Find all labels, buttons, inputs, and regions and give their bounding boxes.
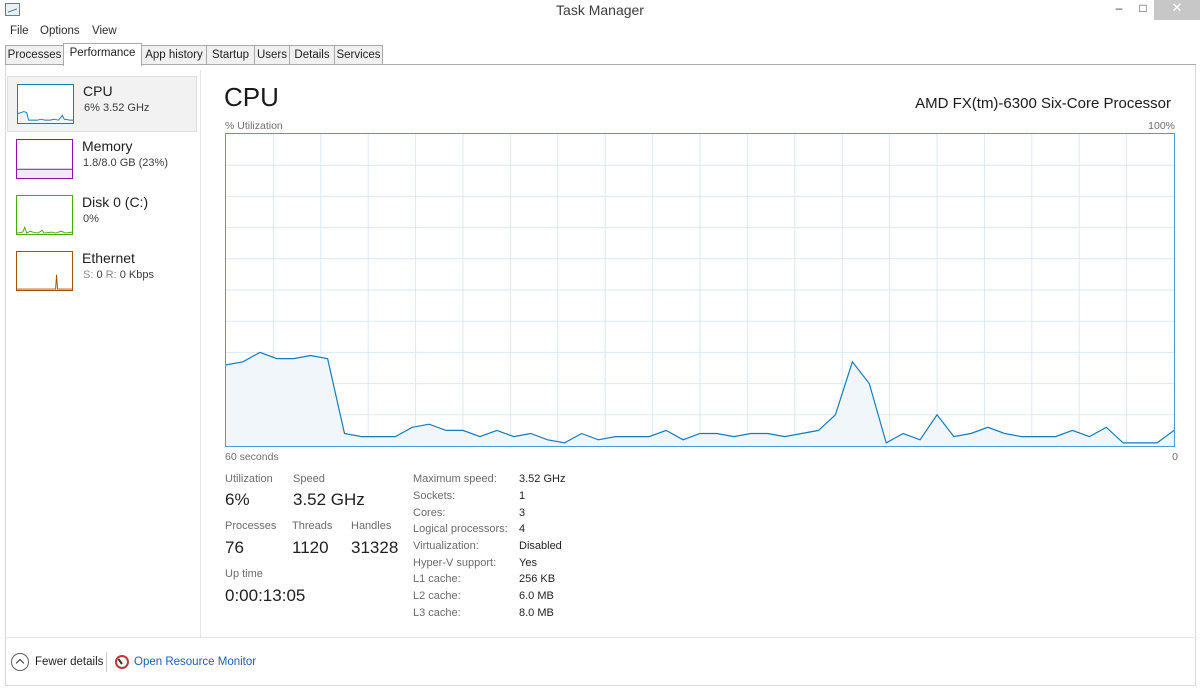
tab-details[interactable]: Details [289,45,335,65]
tab-startup[interactable]: Startup [206,45,255,65]
sidebar-item-label: Ethernet [82,250,135,266]
spec-key: L2 cache: [413,590,461,602]
spec-value: 3.52 GHz [519,473,566,485]
sidebar-item-ethernet[interactable]: Ethernet S: 0 R: 0 Kbps [7,244,197,300]
title-bar[interactable]: Task Manager – □ ✕ [0,0,1200,22]
menu-view[interactable]: View [92,25,117,37]
sidebar-item-cpu[interactable]: CPU 6% 3.52 GHz [7,76,197,132]
cpu-utilization-graph [225,133,1175,447]
resource-sidebar: CPU 6% 3.52 GHz Memory 1.8/8.0 GB (23%) … [5,70,201,637]
speed-value: 3.52 GHz [293,490,365,509]
spec-key: Cores: [413,507,446,519]
sidebar-item-label: Memory [82,138,133,154]
footer-separator [106,652,107,672]
send-label: S: [83,269,94,281]
cpu-thumbnail-graph [17,84,74,124]
speed-label: Speed [293,473,325,485]
graph-y-label: % Utilization [225,120,283,132]
fewer-details-button[interactable]: Fewer details [35,656,103,668]
spec-value: 1 [519,490,526,502]
threads-value: 1120 [292,538,329,557]
spec-key: L3 cache: [413,607,461,619]
spec-key: Virtualization: [413,540,479,552]
tab-app-history[interactable]: App history [141,45,207,65]
sidebar-item-detail: 0% [83,213,99,225]
processes-value: 76 [225,538,244,557]
menu-file[interactable]: File [10,25,29,37]
threads-label: Threads [292,520,333,532]
ethernet-thumbnail-graph [16,251,73,291]
uptime-value: 0:00:13:05 [225,586,306,605]
spec-key: Hyper-V support: [413,557,497,569]
sidebar-item-detail: 1.8/8.0 GB (23%) [83,157,168,169]
spec-key: Maximum speed: [413,473,497,485]
spec-value: 256 KB [519,573,556,585]
handles-label: Handles [351,520,392,532]
send-value: 0 [96,269,103,281]
sidebar-item-memory[interactable]: Memory 1.8/8.0 GB (23%) [7,132,197,188]
processor-name: AMD FX(tm)-6300 Six-Core Processor [915,95,1171,112]
sidebar-item-disk[interactable]: Disk 0 (C:) 0% [7,188,197,244]
graph-x-left-label: 60 seconds [225,451,279,463]
task-manager-icon [5,3,20,16]
uptime-label: Up time [225,568,263,580]
spec-value: Disabled [519,540,562,552]
footer-divider [5,637,1196,638]
spec-value: Yes [519,557,537,569]
processes-label: Processes [225,520,277,532]
tab-performance[interactable]: Performance [63,43,142,66]
handles-value: 31328 [351,538,399,557]
spec-value: 8.0 MB [519,607,554,619]
graph-x-right-label: 0 [1172,451,1178,463]
page-title: CPU [224,82,279,112]
tab-strip: Processes Performance App history Startu… [5,43,1195,66]
tab-services[interactable]: Services [334,45,383,65]
close-button[interactable]: ✕ [1154,0,1200,20]
spec-key: Logical processors: [413,523,508,535]
graph-grid [226,134,1174,446]
sidebar-item-detail: S: 0 R: 0 Kbps [83,269,154,281]
graph-y-max-label: 100% [1148,120,1175,132]
spec-key: L1 cache: [413,573,461,585]
maximize-button[interactable]: □ [1132,0,1154,20]
minimize-button[interactable]: – [1106,0,1132,20]
sidebar-item-label: Disk 0 (C:) [82,194,149,210]
memory-thumbnail-graph [16,139,73,179]
spec-key: Sockets: [413,490,456,502]
tab-processes[interactable]: Processes [5,45,64,65]
menu-bar: File Options View [0,23,1200,41]
window-title: Task Manager [556,2,644,18]
receive-label: R: [105,269,117,281]
sidebar-item-label: CPU [83,83,113,99]
open-resource-monitor-link[interactable]: Open Resource Monitor [134,656,256,668]
utilization-value: 6% [225,490,250,509]
menu-options[interactable]: Options [40,25,80,37]
spec-value: 6.0 MB [519,590,554,602]
disk-thumbnail-graph [16,195,73,235]
spec-value: 3 [519,507,526,519]
sidebar-item-detail: 6% 3.52 GHz [84,102,150,114]
tab-users[interactable]: Users [254,45,290,65]
utilization-label: Utilization [225,473,273,485]
chevron-up-circle-icon[interactable] [11,653,29,671]
resource-monitor-icon[interactable] [115,655,129,669]
receive-value: 0 Kbps [119,269,154,281]
spec-value: 4 [519,523,526,535]
